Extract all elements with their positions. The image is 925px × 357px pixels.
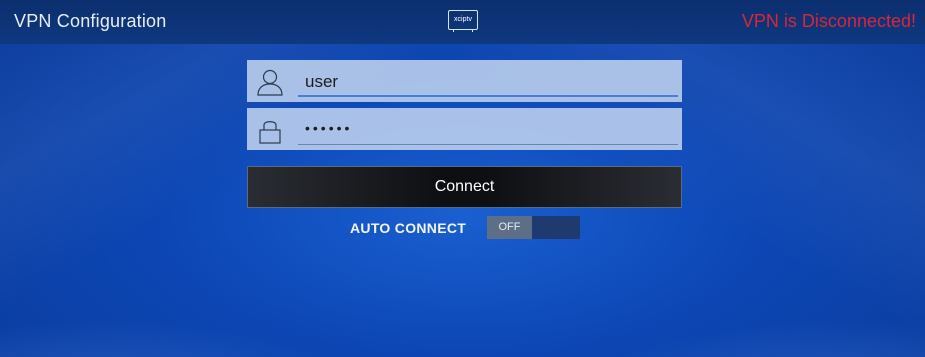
password-value: •••••• (305, 120, 353, 136)
page-title: VPN Configuration (14, 11, 167, 31)
lock-icon (259, 121, 281, 144)
connect-button[interactable]: Connect (247, 166, 682, 208)
username-field[interactable]: user (247, 60, 682, 102)
password-field[interactable]: •••••• (247, 108, 682, 150)
auto-connect-label: AUTO CONNECT (350, 220, 467, 236)
app-logo: xciptv (448, 10, 478, 30)
username-value: user (305, 72, 339, 91)
username-underline (298, 95, 678, 97)
top-bar: VPN Configuration xciptv VPN is Disconne… (0, 0, 925, 44)
logo-stand (453, 30, 473, 32)
auto-connect-toggle[interactable]: OFF (487, 216, 580, 239)
vpn-status-text: VPN is Disconnected! (741, 11, 916, 31)
user-icon (257, 69, 283, 96)
toggle-state: OFF (487, 216, 532, 239)
password-underline (298, 144, 678, 145)
